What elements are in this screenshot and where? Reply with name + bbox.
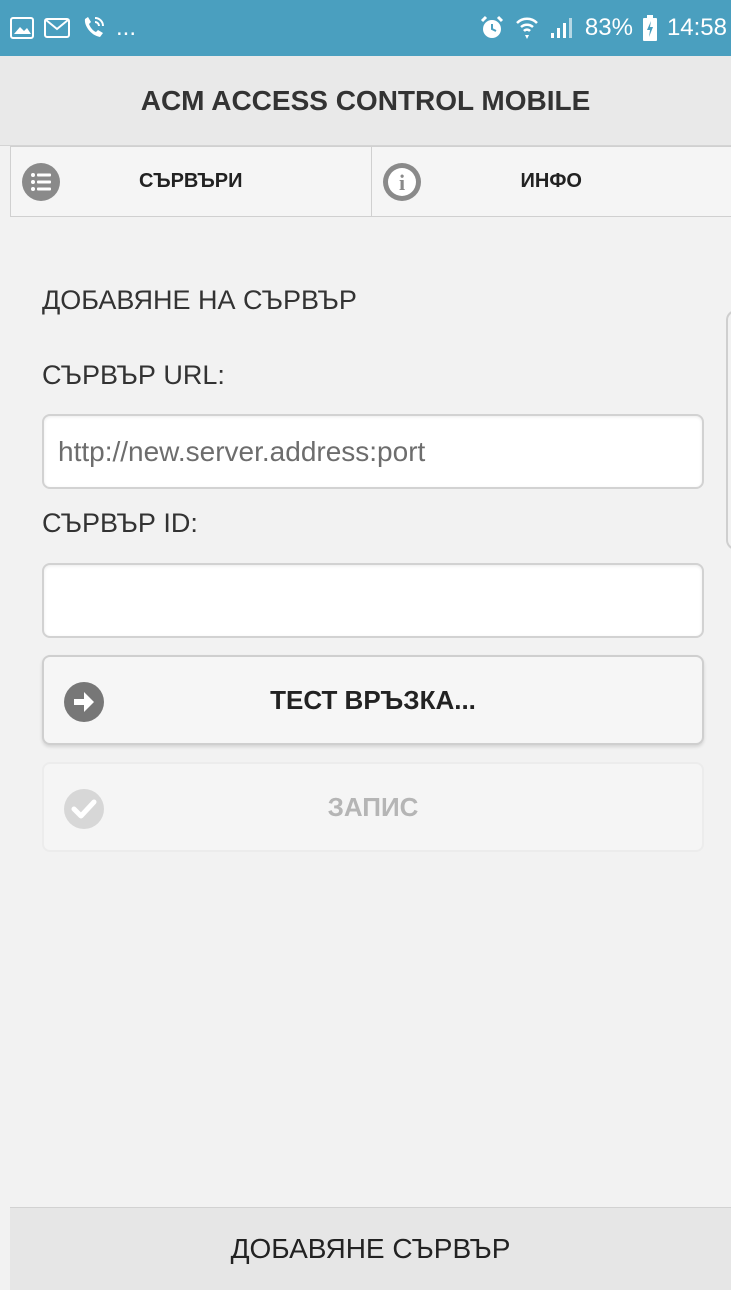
image-icon bbox=[10, 17, 34, 39]
server-url-label: СЪРВЪР URL: bbox=[42, 360, 225, 390]
tab-bar: СЪРВЪРИ i ИНФО bbox=[10, 146, 731, 217]
tab-servers-label: СЪРВЪРИ bbox=[139, 170, 243, 192]
server-id-label: СЪРВЪР ID: bbox=[42, 508, 198, 538]
save-button[interactable]: ЗАПИС bbox=[42, 762, 704, 852]
alarm-icon bbox=[479, 15, 505, 41]
scroll-indicator bbox=[726, 310, 731, 550]
save-label: ЗАПИС bbox=[327, 791, 419, 822]
battery-charging-icon bbox=[642, 15, 657, 41]
check-circle-icon bbox=[63, 788, 105, 830]
clock: 14:58 bbox=[666, 14, 727, 41]
section-title: ДОБАВЯНЕ НА СЪРВЪР bbox=[42, 285, 357, 315]
list-icon bbox=[21, 162, 61, 202]
app-title: ACM ACCESS CONTROL MOBILE bbox=[140, 84, 591, 116]
signal-icon bbox=[549, 16, 575, 40]
status-right: 83% 14:58 bbox=[479, 14, 727, 42]
wifi-icon bbox=[515, 15, 539, 41]
add-server-label: ДОБАВЯНЕ СЪРВЪР bbox=[230, 1233, 511, 1264]
test-connection-button[interactable]: ТЕСТ ВРЪЗКА... bbox=[42, 655, 704, 745]
server-id-input[interactable] bbox=[42, 563, 704, 638]
test-connection-label: ТЕСТ ВРЪЗКА... bbox=[270, 684, 476, 715]
server-url-input[interactable] bbox=[42, 414, 704, 489]
more-notifications: ... bbox=[116, 14, 137, 41]
add-server-button[interactable]: ДОБАВЯНЕ СЪРВЪР bbox=[10, 1207, 731, 1290]
app-header: ACM ACCESS CONTROL MOBILE bbox=[0, 56, 731, 146]
phone-wifi-call-icon bbox=[80, 15, 106, 41]
tab-info[interactable]: i ИНФО bbox=[370, 147, 731, 216]
info-icon: i bbox=[382, 162, 422, 202]
tab-servers[interactable]: СЪРВЪРИ bbox=[11, 147, 371, 216]
status-bar: ... 83% 14:58 bbox=[0, 0, 731, 56]
tab-info-label: ИНФО bbox=[520, 170, 582, 192]
gmail-icon bbox=[44, 17, 70, 39]
battery-percent: 83% bbox=[584, 14, 633, 41]
arrow-right-circle-icon bbox=[63, 681, 105, 723]
svg-text:i: i bbox=[398, 170, 404, 195]
status-left: ... bbox=[10, 14, 136, 42]
